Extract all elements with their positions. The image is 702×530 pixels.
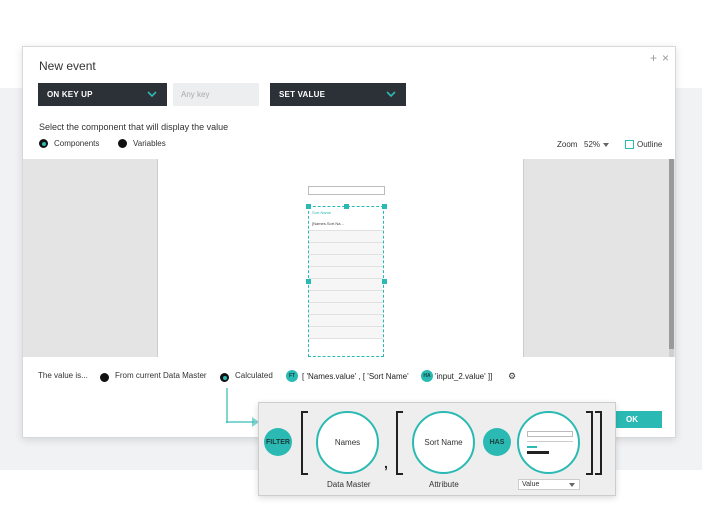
preview-input[interactable] xyxy=(308,186,385,195)
radio-variables[interactable]: Variables xyxy=(118,139,166,148)
action-dropdown-label: SET VALUE xyxy=(279,90,326,99)
list-item xyxy=(309,267,383,279)
data-master-caption: Data Master xyxy=(327,480,371,489)
radio-calculated[interactable] xyxy=(220,373,229,382)
expression-part: [ 'Names.value' , [ 'Sort Name' xyxy=(302,372,409,381)
resize-handle[interactable] xyxy=(306,279,311,284)
key-input[interactable]: Any key xyxy=(173,83,259,106)
radio-data-master-label: From current Data Master xyxy=(115,371,207,380)
attribute-caption: Attribute xyxy=(429,480,459,489)
has-token[interactable]: HA xyxy=(421,370,433,382)
expression-part: 'input_2.value' ]] xyxy=(435,372,493,381)
chevron-down-icon xyxy=(386,91,396,98)
value-label: The value is... xyxy=(38,371,88,380)
design-canvas[interactable]: Sort Name [Names.Sort Na... xyxy=(23,159,675,357)
preview-list[interactable]: Sort Name [Names.Sort Na... xyxy=(308,206,384,357)
list-item xyxy=(309,315,383,327)
caret-down-icon xyxy=(569,483,575,487)
new-event-dialog: New event + × ON KEY UP Any key SET VALU… xyxy=(22,46,676,438)
list-item xyxy=(309,291,383,303)
radio-data-master[interactable] xyxy=(100,373,109,382)
list-item xyxy=(309,327,383,339)
select-instruction: Select the component that will display t… xyxy=(39,122,229,132)
connector-line xyxy=(226,421,254,423)
zoom-select[interactable]: 52% xyxy=(584,140,600,149)
list-item xyxy=(309,303,383,315)
radio-calculated-label: Calculated xyxy=(235,371,273,380)
data-master-slot[interactable]: Names xyxy=(316,411,379,474)
preview-page[interactable]: Sort Name [Names.Sort Na... xyxy=(157,159,524,357)
formula-panel: FILTER Names , Sort Name HAS Data Master… xyxy=(258,402,616,496)
open-bracket xyxy=(301,411,308,475)
component-thumbnail xyxy=(527,431,573,459)
connector-line xyxy=(226,388,228,423)
value-select-label: Value xyxy=(522,481,540,488)
list-item xyxy=(309,279,383,291)
value-component-slot[interactable] xyxy=(517,411,580,474)
close-bracket xyxy=(595,411,602,475)
event-dropdown-label: ON KEY UP xyxy=(47,90,93,99)
event-dropdown[interactable]: ON KEY UP xyxy=(38,83,167,106)
radio-unselected-icon xyxy=(118,139,127,148)
outline-label: Outline xyxy=(637,140,663,149)
caret-down-icon xyxy=(603,143,609,147)
has-token[interactable]: HAS xyxy=(483,428,511,456)
open-bracket xyxy=(396,411,403,475)
radio-components[interactable]: Components xyxy=(39,139,99,148)
close-icon[interactable]: × xyxy=(662,52,669,64)
resize-handle[interactable] xyxy=(382,279,387,284)
resize-handle[interactable] xyxy=(306,204,311,209)
outline-checkbox[interactable] xyxy=(625,140,634,149)
list-item xyxy=(309,243,383,255)
resize-handle[interactable] xyxy=(382,204,387,209)
chevron-down-icon xyxy=(147,91,157,98)
list-item xyxy=(309,255,383,267)
radio-selected-icon xyxy=(39,139,48,148)
preview-list-cell: [Names.Sort Na... xyxy=(309,219,383,231)
gear-icon[interactable]: ⚙ xyxy=(508,371,516,382)
filter-token[interactable]: FT xyxy=(286,370,298,382)
resize-handle[interactable] xyxy=(344,204,349,209)
close-bracket xyxy=(586,411,593,475)
radio-variables-label: Variables xyxy=(133,139,166,148)
add-icon[interactable]: + xyxy=(650,52,657,64)
ok-button[interactable]: OK xyxy=(616,411,662,428)
comma: , xyxy=(384,455,388,471)
list-item xyxy=(309,231,383,243)
radio-components-label: Components xyxy=(54,139,100,148)
value-select[interactable]: Value xyxy=(518,479,580,490)
filter-token[interactable]: FILTER xyxy=(264,428,292,456)
dialog-title: New event xyxy=(39,59,96,73)
attribute-slot[interactable]: Sort Name xyxy=(412,411,475,474)
action-dropdown[interactable]: SET VALUE xyxy=(270,83,406,106)
canvas-scrollbar-thumb[interactable] xyxy=(669,159,674,349)
zoom-label: Zoom xyxy=(557,140,578,149)
